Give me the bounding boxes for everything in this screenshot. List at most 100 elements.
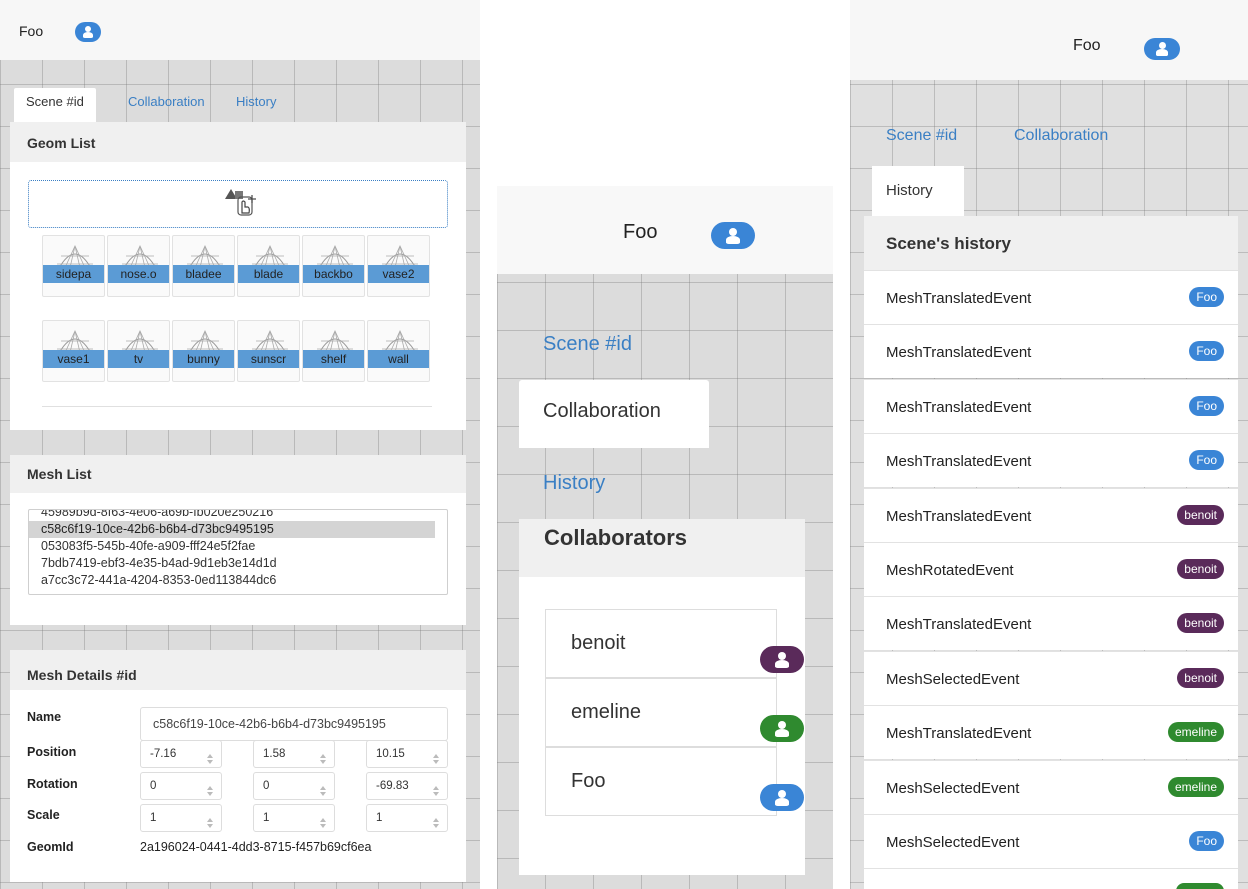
stepper-arrows-icon[interactable]	[207, 749, 213, 764]
collaborator-avatar	[760, 646, 804, 673]
tab-collaboration[interactable]: Collaboration	[128, 88, 205, 122]
user-badge: benoit	[1177, 559, 1224, 579]
geom-thumbnail[interactable]: backbo	[302, 235, 365, 297]
mesh-list-item[interactable]: a7cc3c72-441a-4204-8353-0ed113844dc6	[29, 572, 447, 589]
geom-thumbnail[interactable]: bladee	[172, 235, 235, 297]
geom-thumbnail-label: vase1	[43, 350, 104, 368]
position-label: Position	[27, 745, 77, 759]
event-name: MeshTranslatedEvent	[886, 290, 1032, 307]
user-icon	[1156, 42, 1168, 56]
tab-history[interactable]: History	[543, 472, 605, 495]
user-icon	[83, 26, 93, 38]
user-icon	[775, 720, 789, 737]
geom-list-title: Geom List	[10, 122, 466, 162]
rotation-x-input[interactable]: 0	[140, 772, 222, 800]
history-row[interactable]: MeshSelectedEvent benoit	[864, 650, 1238, 705]
geom-thumbnail[interactable]: nose.o	[107, 235, 170, 297]
position-x-input[interactable]: -7.16	[140, 740, 222, 768]
user-avatar-button[interactable]	[75, 22, 101, 42]
mesh-list-item-selected[interactable]: c58c6f19-10ce-42b6-b6b4-d73bc9495195	[29, 521, 435, 538]
user-badge: benoit	[1177, 667, 1224, 688]
tab-scene[interactable]: Scene #id	[543, 333, 632, 356]
history-row[interactable]: MeshSelectedEvent emeline	[864, 759, 1238, 814]
spinner-value: 1	[150, 812, 157, 824]
collaborator-row[interactable]: emeline	[545, 678, 804, 747]
rotation-z-input[interactable]: -69.83	[366, 772, 448, 800]
user-badge: Foo	[1189, 395, 1224, 416]
position-z-input[interactable]: 10.15	[366, 740, 448, 768]
mesh-list-item[interactable]: 7bdb7419-ebf3-4e35-b4ad-9d1eb3e14d1d	[29, 555, 447, 572]
event-name: MeshTranslatedEvent	[886, 507, 1032, 525]
geom-thumbnail-label: bunny	[173, 350, 234, 368]
stepper-arrows-icon[interactable]	[207, 781, 213, 796]
stepper-arrows-icon[interactable]	[433, 781, 439, 796]
spinner-value: 10.15	[376, 748, 405, 760]
geom-thumbnail[interactable]: bunny	[172, 320, 235, 382]
tab-collaboration[interactable]: Collaboration	[519, 380, 709, 448]
stepper-arrows-icon[interactable]	[207, 813, 213, 828]
user-avatar-button[interactable]	[711, 222, 755, 249]
tab-history[interactable]: History	[236, 88, 276, 122]
brand-name: Foo	[19, 23, 44, 39]
position-y-input[interactable]: 1.58	[253, 740, 335, 768]
history-row[interactable]: MeshTranslatedEvent Foo	[864, 378, 1238, 433]
history-row[interactable]: MeshTranslatedEvent Foo	[864, 324, 1238, 379]
event-name: MeshTranslatedEvent	[886, 725, 1032, 743]
mesh-list-box[interactable]: 45989b9d-8f63-4e06-a69b-fb020e250216 c58…	[28, 509, 448, 595]
scale-y-input[interactable]: 1	[253, 804, 335, 832]
history-title: Scene's history	[864, 216, 1238, 270]
stepper-arrows-icon[interactable]	[320, 813, 326, 828]
history-row[interactable]: MeshTranslatedEvent benoit	[864, 596, 1238, 651]
mesh-list-item[interactable]: 45989b9d-8f63-4e06-a69b-fb020e250216	[29, 510, 447, 521]
geom-thumbnail[interactable]: shelf	[302, 320, 365, 382]
user-avatar-button[interactable]	[1144, 38, 1180, 60]
history-row[interactable]: MeshTranslatedEvent Foo	[864, 270, 1238, 324]
history-row[interactable]: MeshTranslatedEvent benoit	[864, 487, 1238, 542]
geom-thumbnail-label: sunscr	[238, 350, 299, 368]
tab-collaboration[interactable]: Collaboration	[1014, 127, 1108, 145]
geom-thumbnail[interactable]: blade	[237, 235, 300, 297]
history-panel: Foo Scene #id Collaboration History Scen…	[850, 0, 1248, 889]
history-row[interactable]: MeshTranslatedEvent emeline	[864, 705, 1238, 760]
history-row[interactable]: MeshRotatedEvent benoit	[864, 542, 1238, 596]
geom-thumbnail[interactable]: sidepa	[42, 235, 105, 297]
stepper-arrows-icon[interactable]	[320, 781, 326, 796]
geom-thumbnail[interactable]: vase2	[367, 235, 430, 297]
tab-scene[interactable]: Scene #id	[886, 127, 957, 145]
history-row[interactable]: MeshSelectedEvent Foo	[864, 814, 1238, 868]
stepper-arrows-icon[interactable]	[433, 813, 439, 828]
stepper-arrows-icon[interactable]	[320, 749, 326, 764]
geom-thumbnail[interactable]: tv	[107, 320, 170, 382]
user-badge: benoit	[1177, 613, 1224, 634]
history-row-partial	[864, 868, 1238, 889]
scale-x-input[interactable]: 1	[140, 804, 222, 832]
user-badge: emeline	[1167, 776, 1224, 797]
geom-thumbnail[interactable]: vase1	[42, 320, 105, 382]
collaboration-panel: Foo Scene #id Collaboration History Coll…	[497, 186, 833, 889]
rotation-y-input[interactable]: 0	[253, 772, 335, 800]
event-name: MeshSelectedEvent	[886, 779, 1020, 797]
geom-thumbnail[interactable]: sunscr	[237, 320, 300, 382]
scale-label: Scale	[27, 808, 60, 822]
top-bar: Foo	[497, 186, 833, 274]
geom-thumbnail[interactable]: wall	[367, 320, 430, 382]
spinner-value: -7.16	[150, 748, 177, 760]
spinner-value: 0	[150, 780, 157, 792]
user-icon	[775, 789, 789, 806]
mesh-list-item[interactable]: 053083f5-545b-40fe-a909-fff24e5f2fae	[29, 538, 447, 555]
mesh-list-title: Mesh List	[10, 455, 466, 493]
tab-scene[interactable]: Scene #id	[14, 88, 96, 122]
geom-thumbnail-label: backbo	[303, 265, 364, 283]
geom-thumbnail-label: bladee	[173, 265, 234, 283]
tab-history[interactable]: History	[872, 166, 964, 216]
user-icon	[726, 227, 740, 244]
spinner-value: 1	[376, 812, 383, 824]
collaborator-row[interactable]: Foo	[545, 747, 804, 816]
history-row[interactable]: MeshTranslatedEvent Foo	[864, 433, 1238, 488]
geom-drop-zone[interactable]	[28, 180, 448, 228]
collaborator-row[interactable]: benoit	[545, 609, 804, 678]
scale-z-input[interactable]: 1	[366, 804, 448, 832]
mesh-name-field[interactable]: c58c6f19-10ce-42b6-b6b4-d73bc9495195	[140, 707, 448, 741]
geom-row-partial	[42, 406, 432, 408]
stepper-arrows-icon[interactable]	[433, 749, 439, 764]
